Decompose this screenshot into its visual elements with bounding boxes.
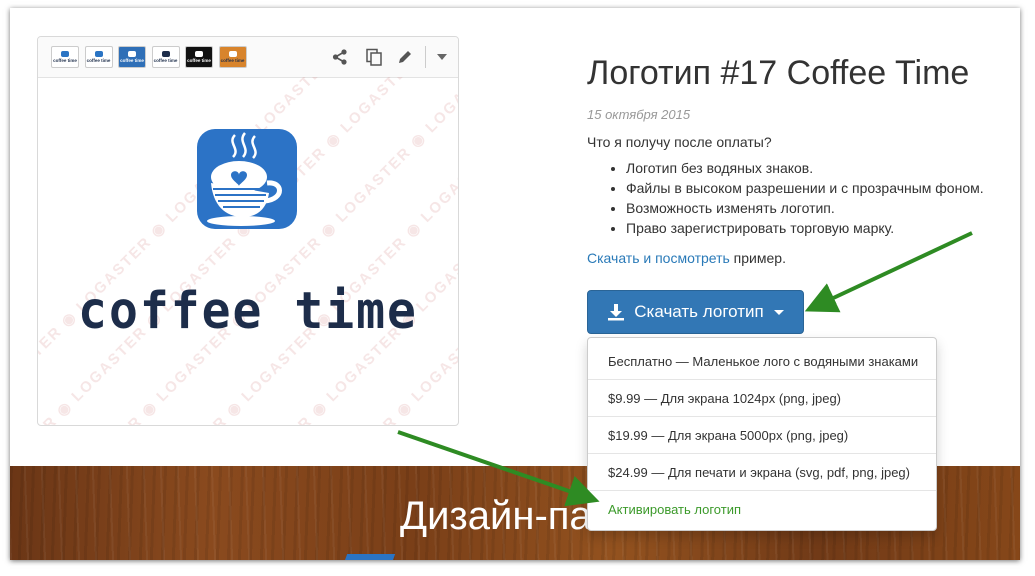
annotation-arrows bbox=[397, 231, 973, 507]
arrow-to-download-button bbox=[804, 231, 973, 313]
arrow-to-activate-item bbox=[397, 430, 600, 507]
